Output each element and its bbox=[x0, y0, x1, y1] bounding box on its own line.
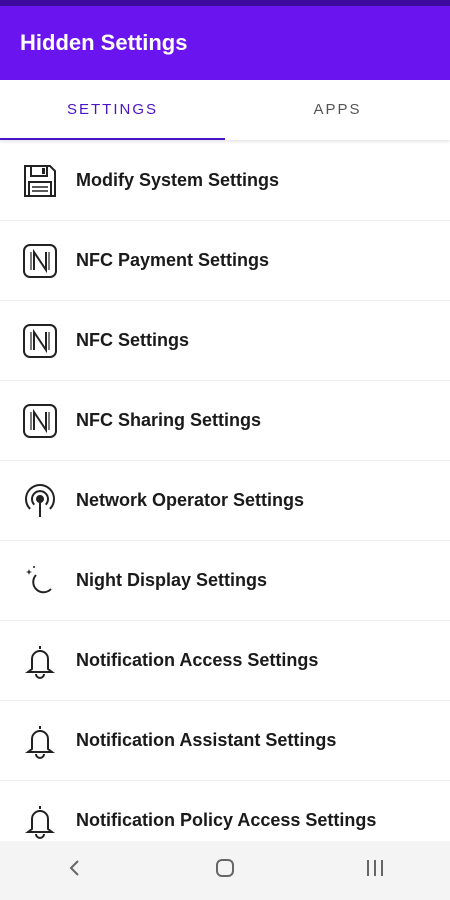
app-bar: Hidden Settings bbox=[0, 6, 450, 80]
settings-item-label: NFC Payment Settings bbox=[76, 250, 270, 270]
bell-icon bbox=[22, 643, 58, 679]
system-nav-bar bbox=[0, 841, 450, 900]
nfc-icon bbox=[22, 243, 58, 279]
settings-item-nfc-payment[interactable]: NFC Payment Settings bbox=[0, 221, 450, 301]
nfc-icon bbox=[22, 323, 58, 359]
settings-item-label: Network Operator Settings bbox=[76, 490, 305, 510]
settings-list: Modify System Settings NFC Payment Setti… bbox=[0, 141, 450, 841]
settings-item-nfc[interactable]: NFC Settings bbox=[0, 301, 450, 381]
bell-icon bbox=[22, 723, 58, 759]
nav-home-button[interactable] bbox=[150, 841, 300, 900]
app-title: Hidden Settings bbox=[20, 30, 188, 55]
nav-recents-button[interactable] bbox=[300, 841, 450, 900]
settings-item-label: Notification Assistant Settings bbox=[76, 730, 337, 750]
nfc-icon bbox=[22, 403, 58, 439]
settings-item-notification-access[interactable]: Notification Access Settings bbox=[0, 621, 450, 701]
settings-item-label: NFC Settings bbox=[76, 330, 190, 350]
bell-icon bbox=[22, 803, 58, 839]
settings-item-notification-assistant[interactable]: Notification Assistant Settings bbox=[0, 701, 450, 781]
nav-back-button[interactable] bbox=[0, 841, 150, 900]
settings-item-label: Notification Policy Access Settings bbox=[76, 810, 377, 830]
home-icon bbox=[214, 857, 236, 884]
back-icon bbox=[65, 858, 85, 883]
floppy-disk-icon bbox=[22, 163, 58, 199]
tab-label: APPS bbox=[313, 100, 362, 118]
settings-item-notification-policy-access[interactable]: Notification Policy Access Settings bbox=[0, 781, 450, 841]
settings-item-modify-system[interactable]: Modify System Settings bbox=[0, 141, 450, 221]
settings-item-network-operator[interactable]: Network Operator Settings bbox=[0, 461, 450, 541]
settings-item-label: Night Display Settings bbox=[76, 570, 268, 590]
tab-apps[interactable]: APPS bbox=[225, 80, 450, 140]
tab-settings[interactable]: SETTINGS bbox=[0, 80, 225, 140]
settings-item-label: Notification Access Settings bbox=[76, 650, 319, 670]
tab-label: SETTINGS bbox=[66, 100, 158, 118]
signal-tower-icon bbox=[22, 483, 58, 519]
settings-item-nfc-sharing[interactable]: NFC Sharing Settings bbox=[0, 381, 450, 461]
settings-item-label: Modify System Settings bbox=[76, 170, 280, 190]
settings-item-label: NFC Sharing Settings bbox=[76, 410, 262, 430]
tab-indicator bbox=[0, 138, 225, 140]
settings-item-night-display[interactable]: Night Display Settings bbox=[0, 541, 450, 621]
tab-bar: SETTINGS APPS bbox=[0, 80, 450, 140]
moon-icon bbox=[22, 563, 58, 599]
recents-icon bbox=[364, 858, 386, 883]
